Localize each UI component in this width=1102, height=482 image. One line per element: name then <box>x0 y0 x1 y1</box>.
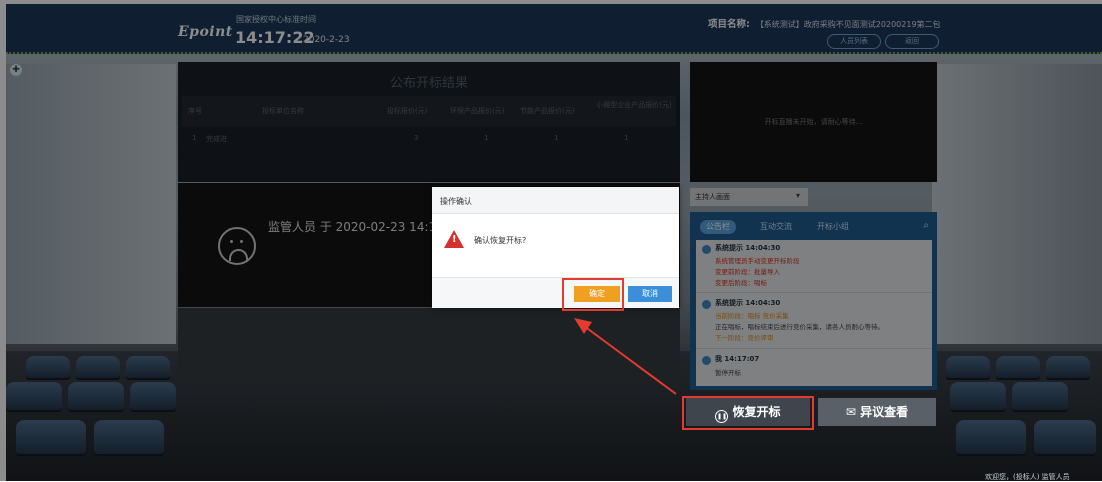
annotation-arrow <box>574 318 677 395</box>
